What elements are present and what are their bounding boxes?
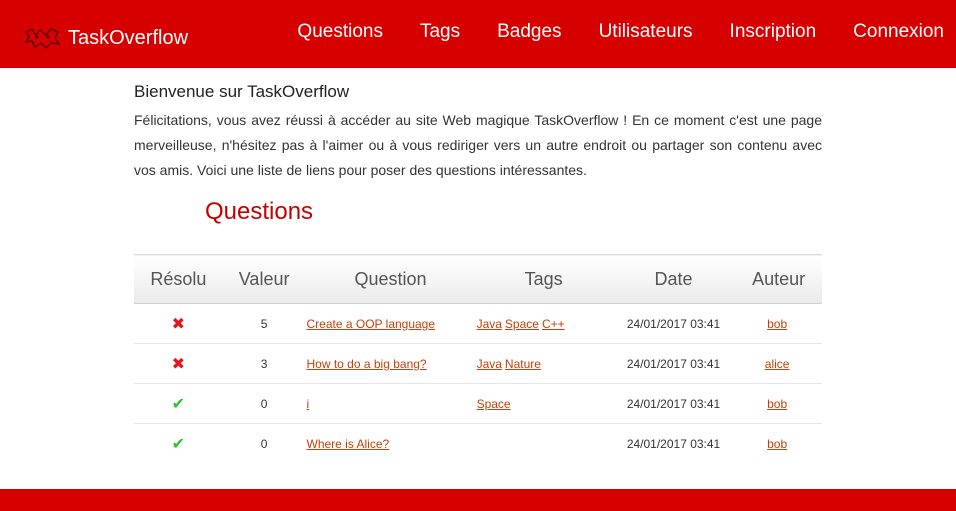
row-date: 24/01/2017 03:41	[611, 343, 736, 384]
question-link[interactable]: Where is Alice?	[307, 437, 390, 451]
header-resolu: Résolu	[134, 254, 223, 304]
question-link[interactable]: Create a OOP language	[307, 317, 436, 331]
brand-link[interactable]: TaskOverflow	[24, 23, 188, 53]
brand-name: TaskOverflow	[68, 26, 189, 49]
questions-table: Résolu Valeur Question Tags Date Auteur …	[134, 254, 822, 463]
question-link[interactable]: How to do a big bang?	[307, 357, 427, 371]
cross-icon: ✖	[171, 355, 186, 373]
header-question: Question	[305, 254, 476, 304]
table-row: ✖ 3 How to do a big bang? Java Nature 24/…	[134, 343, 822, 384]
row-tags-empty	[476, 424, 612, 464]
nav-badges[interactable]: Badges	[497, 21, 561, 47]
header-date: Date	[611, 254, 736, 304]
footer-bar	[0, 489, 956, 511]
row-date: 24/01/2017 03:41	[626, 436, 721, 451]
nav-questions[interactable]: Questions	[297, 21, 383, 47]
row-date: 24/01/2017 03:41	[611, 383, 736, 424]
table-header-row: Résolu Valeur Question Tags Date Auteur	[134, 254, 822, 304]
author-link[interactable]: bob	[767, 397, 787, 411]
author-link[interactable]: alice	[765, 357, 790, 371]
check-icon: ✔	[171, 435, 186, 453]
main-nav: Questions Tags Badges Utilisateurs Inscr…	[260, 0, 944, 68]
nav-inscription[interactable]: Inscription	[730, 21, 817, 47]
nav-utilisateurs[interactable]: Utilisateurs	[599, 21, 693, 47]
table-row: ✖ 5 Create a OOP language Java Space C++ 2…	[134, 303, 822, 344]
row-date: 24/01/2017 03:41	[611, 303, 736, 344]
tag-link[interactable]: Nature	[505, 357, 541, 371]
tag-link[interactable]: C++	[542, 317, 565, 331]
welcome-text: Félicitations, vous avez réussi à accéde…	[134, 112, 822, 178]
tag-link[interactable]: Space	[477, 397, 511, 411]
question-link[interactable]: i	[307, 397, 310, 411]
check-icon: ✔	[171, 395, 186, 413]
table-row: ✔ 0 Where is Alice? 24/01/2017 03:41 bob	[134, 424, 822, 464]
author-link[interactable]: bob	[767, 317, 787, 331]
tag-link[interactable]: Java	[477, 317, 502, 331]
welcome-title: Bienvenue sur TaskOverflow	[134, 82, 350, 101]
table-row: ✔ 0 i Space 24/01/2017 03:41 bob	[134, 383, 822, 424]
header-auteur: Auteur	[735, 254, 822, 304]
nav-tags[interactable]: Tags	[420, 21, 460, 47]
welcome-section: Bienvenue sur TaskOverflow Félicitations…	[134, 78, 822, 183]
tag-link[interactable]: Java	[477, 357, 502, 371]
questions-heading: Questions	[205, 198, 314, 225]
header-valeur: Valeur	[222, 254, 306, 304]
cross-icon: ✖	[171, 315, 186, 333]
taskoverflow-logo-icon	[24, 28, 61, 49]
top-navbar: TaskOverflow Questions Tags Badges Utili…	[0, 0, 956, 68]
row-value: 5	[222, 303, 306, 344]
row-value: 0	[260, 436, 268, 451]
header-tags: Tags	[475, 254, 612, 304]
nav-connexion[interactable]: Connexion	[853, 21, 944, 47]
row-value: 3	[222, 343, 306, 384]
author-link[interactable]: bob	[767, 437, 787, 451]
tag-link[interactable]: Space	[505, 317, 539, 331]
row-value: 0	[222, 383, 306, 424]
table-body: ✖ 5 Create a OOP language Java Space C++ 2…	[134, 303, 822, 464]
